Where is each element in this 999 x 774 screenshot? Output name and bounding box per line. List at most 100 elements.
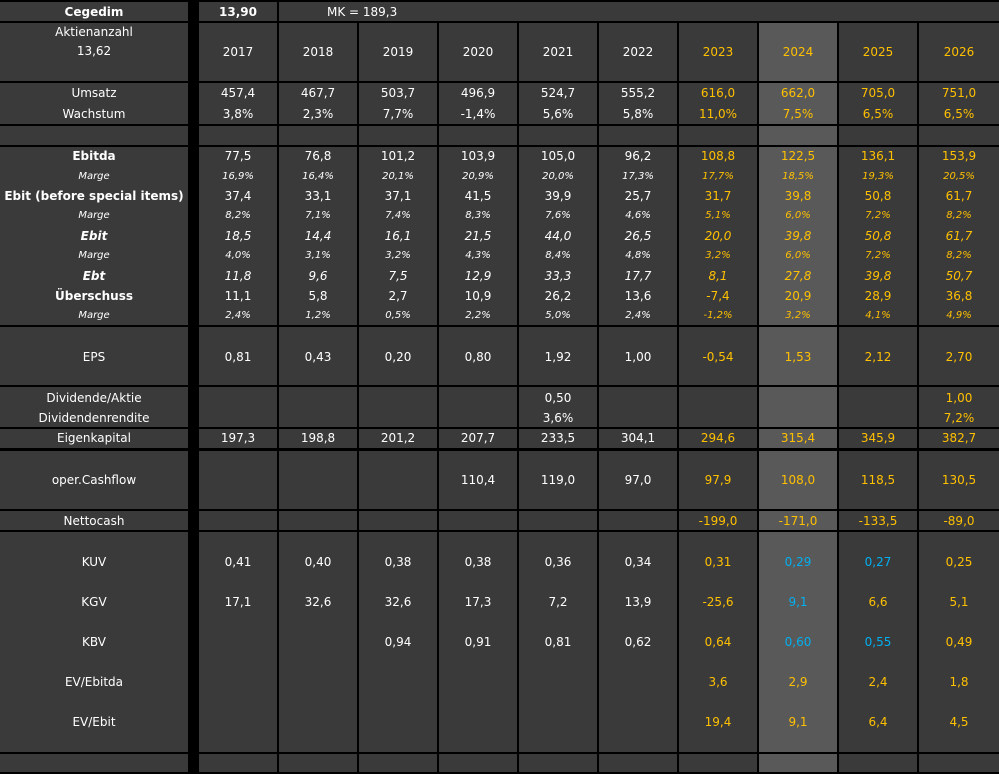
value-cell[interactable]: 136,1	[839, 147, 917, 165]
value-cell[interactable]: 39,8	[759, 187, 837, 205]
value-cell[interactable]: 14,4	[279, 227, 357, 245]
value-cell[interactable]: 17,7	[599, 267, 677, 285]
value-cell[interactable]: 8,2%	[919, 247, 999, 265]
value-cell[interactable]: 8,2%	[199, 207, 277, 225]
value-cell[interactable]: 0,29	[759, 553, 837, 571]
value-cell[interactable]: 7,2%	[919, 409, 999, 427]
value-cell[interactable]: 201,2	[359, 429, 437, 447]
value-cell[interactable]: 0,81	[199, 348, 277, 366]
value-cell[interactable]: 1,00	[919, 389, 999, 407]
market-cap-cell[interactable]: MK = 189,3	[279, 2, 999, 21]
value-cell[interactable]: 5,1	[919, 593, 999, 611]
value-cell[interactable]: 616,0	[679, 84, 757, 102]
value-cell[interactable]: 0,31	[679, 553, 757, 571]
year-header-2023[interactable]: 2023	[679, 23, 757, 81]
value-cell[interactable]: 4,9%	[919, 307, 999, 325]
value-cell[interactable]: 7,5%	[759, 105, 837, 123]
company-cell[interactable]: Cegedim	[0, 2, 188, 21]
value-cell[interactable]: 25,7	[599, 187, 677, 205]
value-cell[interactable]: 3,1%	[279, 247, 357, 265]
value-cell[interactable]: 233,5	[519, 429, 597, 447]
value-cell[interactable]: 6,0%	[759, 247, 837, 265]
value-cell[interactable]: 16,4%	[279, 168, 357, 186]
value-cell[interactable]: 503,7	[359, 84, 437, 102]
value-cell[interactable]: 0,20	[359, 348, 437, 366]
value-cell[interactable]: 1,53	[759, 348, 837, 366]
value-cell[interactable]: 37,1	[359, 187, 437, 205]
value-cell[interactable]: 10,9	[439, 287, 517, 305]
year-header-2018[interactable]: 2018	[279, 23, 357, 81]
value-cell[interactable]: 0,64	[679, 633, 757, 651]
value-cell[interactable]: 19,3%	[839, 168, 917, 186]
value-cell[interactable]: 5,6%	[519, 105, 597, 123]
value-cell[interactable]: 6,0%	[759, 207, 837, 225]
value-cell[interactable]: 7,6%	[519, 207, 597, 225]
value-cell[interactable]: 20,5%	[919, 168, 999, 186]
value-cell[interactable]: -0,54	[679, 348, 757, 366]
value-cell[interactable]: 19,4	[679, 713, 757, 731]
value-cell[interactable]: 32,6	[359, 593, 437, 611]
value-cell[interactable]: 27,8	[759, 267, 837, 285]
value-cell[interactable]: 8,1	[679, 267, 757, 285]
value-cell[interactable]: 7,2%	[839, 247, 917, 265]
value-cell[interactable]: -133,5	[839, 512, 917, 530]
value-cell[interactable]: 0,62	[599, 633, 677, 651]
value-cell[interactable]: 11,1	[199, 287, 277, 305]
value-cell[interactable]: 17,3%	[599, 168, 677, 186]
value-cell[interactable]: 0,5%	[359, 307, 437, 325]
value-cell[interactable]: 0,27	[839, 553, 917, 571]
value-cell[interactable]: 198,8	[279, 429, 357, 447]
value-cell[interactable]: 751,0	[919, 84, 999, 102]
value-cell[interactable]: 20,9%	[439, 168, 517, 186]
value-cell[interactable]: 4,6%	[599, 207, 677, 225]
value-cell[interactable]: 0,25	[919, 553, 999, 571]
value-cell[interactable]: 17,7%	[679, 168, 757, 186]
value-cell[interactable]: 41,5	[439, 187, 517, 205]
value-cell[interactable]: 1,00	[599, 348, 677, 366]
year-header-2017[interactable]: 2017	[199, 23, 277, 81]
value-cell[interactable]: 28,9	[839, 287, 917, 305]
value-cell[interactable]: 119,0	[519, 471, 597, 489]
value-cell[interactable]: 382,7	[919, 429, 999, 447]
value-cell[interactable]: 6,5%	[919, 105, 999, 123]
value-cell[interactable]: 13,9	[599, 593, 677, 611]
value-cell[interactable]: -171,0	[759, 512, 837, 530]
year-header-2024[interactable]: 2024	[759, 23, 837, 81]
value-cell[interactable]: 5,8	[279, 287, 357, 305]
value-cell[interactable]: 18,5%	[759, 168, 837, 186]
value-cell[interactable]: 5,1%	[679, 207, 757, 225]
value-cell[interactable]: 3,8%	[199, 105, 277, 123]
value-cell[interactable]: 61,7	[919, 187, 999, 205]
value-cell[interactable]: 0,43	[279, 348, 357, 366]
value-cell[interactable]: 16,1	[359, 227, 437, 245]
value-cell[interactable]: 304,1	[599, 429, 677, 447]
value-cell[interactable]: 101,2	[359, 147, 437, 165]
value-cell[interactable]: 294,6	[679, 429, 757, 447]
value-cell[interactable]: 130,5	[919, 471, 999, 489]
value-cell[interactable]: 7,5	[359, 267, 437, 285]
price-cell[interactable]: 13,90	[199, 2, 277, 21]
value-cell[interactable]: 7,7%	[359, 105, 437, 123]
value-cell[interactable]: 705,0	[839, 84, 917, 102]
value-cell[interactable]: 524,7	[519, 84, 597, 102]
value-cell[interactable]: 4,5	[919, 713, 999, 731]
value-cell[interactable]: 11,8	[199, 267, 277, 285]
value-cell[interactable]: 26,2	[519, 287, 597, 305]
value-cell[interactable]: -199,0	[679, 512, 757, 530]
value-cell[interactable]: 9,6	[279, 267, 357, 285]
value-cell[interactable]: 3,2%	[359, 247, 437, 265]
value-cell[interactable]: 6,4	[839, 713, 917, 731]
value-cell[interactable]: 39,8	[839, 267, 917, 285]
value-cell[interactable]: 0,60	[759, 633, 837, 651]
value-cell[interactable]: 0,81	[519, 633, 597, 651]
value-cell[interactable]: 33,3	[519, 267, 597, 285]
value-cell[interactable]: 16,9%	[199, 168, 277, 186]
value-cell[interactable]: 76,8	[279, 147, 357, 165]
value-cell[interactable]: 21,5	[439, 227, 517, 245]
value-cell[interactable]: 0,38	[359, 553, 437, 571]
value-cell[interactable]: 4,0%	[199, 247, 277, 265]
value-cell[interactable]: 0,36	[519, 553, 597, 571]
value-cell[interactable]: 118,5	[839, 471, 917, 489]
value-cell[interactable]: 197,3	[199, 429, 277, 447]
value-cell[interactable]: 2,9	[759, 673, 837, 691]
